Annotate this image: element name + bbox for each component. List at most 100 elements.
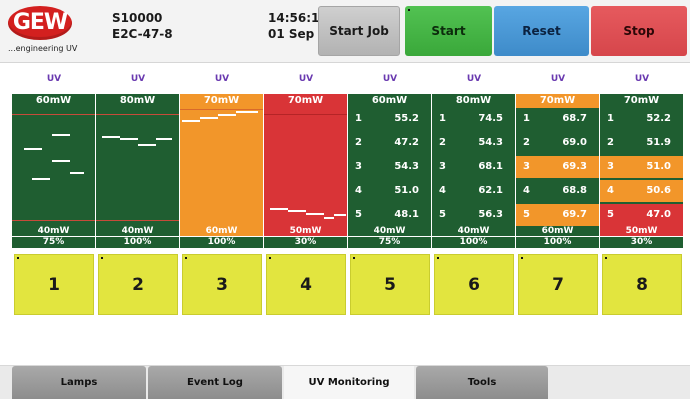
upper-limit-label: 80mW (432, 94, 515, 108)
reading-value: 69.7 (562, 209, 587, 220)
upper-limit-line (12, 114, 95, 115)
uv-trace-segment (270, 208, 288, 210)
tab-label: Tools (467, 377, 497, 388)
logo-tagline: ...engineering UV (8, 44, 78, 53)
reading-index: 3 (355, 161, 362, 172)
lamp-number: 5 (384, 274, 396, 295)
lamp-power-percent: 30% (600, 237, 683, 248)
lower-limit-line (12, 220, 95, 221)
uv-trend-graph (180, 108, 263, 226)
reading-row: 4 68.8 (516, 180, 599, 202)
uv-trace-segment (324, 217, 334, 219)
lamp-power-percent: 75% (348, 237, 431, 248)
upper-limit-line (180, 109, 263, 110)
lower-limit-line (96, 220, 179, 221)
reading-index: 4 (523, 185, 530, 196)
system-id: S10000 (112, 11, 163, 25)
tab-label: UV Monitoring (308, 377, 390, 388)
reading-index: 4 (439, 185, 446, 196)
channel-7-monitor[interactable]: 70mW 1 68.7 2 69.0 3 69.3 4 68.8 5 69.7 (516, 94, 599, 248)
uv-trace-segment (32, 178, 50, 180)
uv-trend-graph (96, 108, 179, 226)
lamp-number: 4 (300, 274, 312, 295)
lamp-indicator-dot (269, 257, 271, 259)
channel-4-monitor[interactable]: 70mW 50mW 30% (264, 94, 347, 248)
bottom-tab-bar: Lamps Event Log UV Monitoring Tools (0, 365, 690, 399)
lamp-4-button[interactable]: 4 (266, 254, 346, 315)
start-job-button[interactable]: Start Job (318, 6, 400, 56)
button-indicator-dot (408, 9, 410, 11)
upper-limit-label: 80mW (96, 94, 179, 108)
readings: 1 55.2 2 47.2 3 54.3 4 51.0 5 48.1 (348, 108, 431, 226)
reading-row: 1 52.2 (600, 108, 683, 130)
reading-row: 3 69.3 (516, 156, 599, 178)
reading-row: 2 47.2 (348, 132, 431, 154)
reading-row: 5 48.1 (348, 204, 431, 226)
reading-index: 2 (439, 137, 446, 148)
reading-value: 54.3 (478, 137, 503, 148)
reading-index: 1 (523, 113, 530, 124)
logo-text: GEW (12, 10, 68, 35)
lower-limit-label: 40mW (12, 226, 95, 236)
channel-3-monitor[interactable]: 70mW 60mW 100% (180, 94, 263, 248)
reading-index: 3 (607, 161, 614, 172)
upper-limit-line (96, 114, 179, 115)
reading-row: 3 54.3 (348, 156, 431, 178)
reading-index: 1 (607, 113, 614, 124)
upper-limit-label: 70mW (180, 94, 263, 108)
lamp-1-button[interactable]: 1 (14, 254, 94, 315)
uv-trace-segment (138, 144, 156, 146)
channel-1-monitor[interactable]: 60mW 40mW 75% (12, 94, 95, 248)
reading-value: 47.2 (394, 137, 419, 148)
reading-index: 5 (355, 209, 362, 220)
lamp-3-button[interactable]: 3 (182, 254, 262, 315)
tab-event-log[interactable]: Event Log (148, 366, 282, 399)
tab-lamps[interactable]: Lamps (12, 366, 146, 399)
readings: 1 74.5 2 54.3 3 68.1 4 62.1 5 56.3 (432, 108, 515, 226)
stop-button[interactable]: Stop (591, 6, 687, 56)
lamp-8-button[interactable]: 8 (602, 254, 682, 315)
upper-limit-label: 70mW (264, 94, 347, 108)
channel-6-monitor[interactable]: 80mW 1 74.5 2 54.3 3 68.1 4 62.1 5 56.3 (432, 94, 515, 248)
uv-trace-segment (24, 148, 42, 150)
uv-trend-graph (12, 108, 95, 226)
reading-row: 2 54.3 (432, 132, 515, 154)
uv-label-row: UV UV UV UV UV UV UV UV (12, 74, 684, 88)
channel-2-monitor[interactable]: 80mW 40mW 100% (96, 94, 179, 248)
lamp-power-percent: 100% (180, 237, 263, 248)
tab-tools[interactable]: Tools (416, 366, 548, 399)
tab-uv-monitoring[interactable]: UV Monitoring (284, 366, 414, 399)
reading-row: 2 69.0 (516, 132, 599, 154)
reading-row: 5 47.0 (600, 204, 683, 226)
channel-5-monitor[interactable]: 60mW 1 55.2 2 47.2 3 54.3 4 51.0 5 48.1 (348, 94, 431, 248)
lamp-6-button[interactable]: 6 (434, 254, 514, 315)
lamp-5-button[interactable]: 5 (350, 254, 430, 315)
reading-index: 3 (439, 161, 446, 172)
lamp-indicator-dot (17, 257, 19, 259)
start-button[interactable]: Start (405, 6, 492, 56)
lamp-7-button[interactable]: 7 (518, 254, 598, 315)
tab-label: Lamps (60, 377, 98, 388)
uv-trace-segment (182, 120, 200, 122)
system-info: S10000 E2C-47-8 (112, 10, 173, 42)
channel-8-monitor[interactable]: 70mW 1 52.2 2 51.9 3 51.0 4 50.6 5 47.0 (600, 94, 683, 248)
reading-row: 2 51.9 (600, 132, 683, 154)
tab-label: Event Log (187, 377, 243, 388)
uv-trace-segment (52, 160, 70, 162)
uv-trace-segment (200, 117, 218, 119)
reset-button[interactable]: Reset (494, 6, 589, 56)
uv-readings-list: 1 68.7 2 69.0 3 69.3 4 68.8 5 69.7 (516, 108, 599, 226)
uv-trace-segment (218, 114, 236, 116)
top-bar: GEW ...engineering UV S10000 E2C-47-8 14… (0, 0, 690, 63)
reading-row: 3 51.0 (600, 156, 683, 178)
lamp-number: 7 (552, 274, 564, 295)
reading-value: 56.3 (478, 209, 503, 220)
uv-trace-segment (102, 136, 120, 138)
lamp-2-button[interactable]: 2 (98, 254, 178, 315)
lamp-indicator-dot (185, 257, 187, 259)
reading-index: 2 (523, 137, 530, 148)
reading-index: 5 (523, 209, 530, 220)
uv-label: UV (550, 74, 566, 84)
lamp-power-percent: 100% (516, 237, 599, 248)
lower-limit-label: 40mW (96, 226, 179, 236)
